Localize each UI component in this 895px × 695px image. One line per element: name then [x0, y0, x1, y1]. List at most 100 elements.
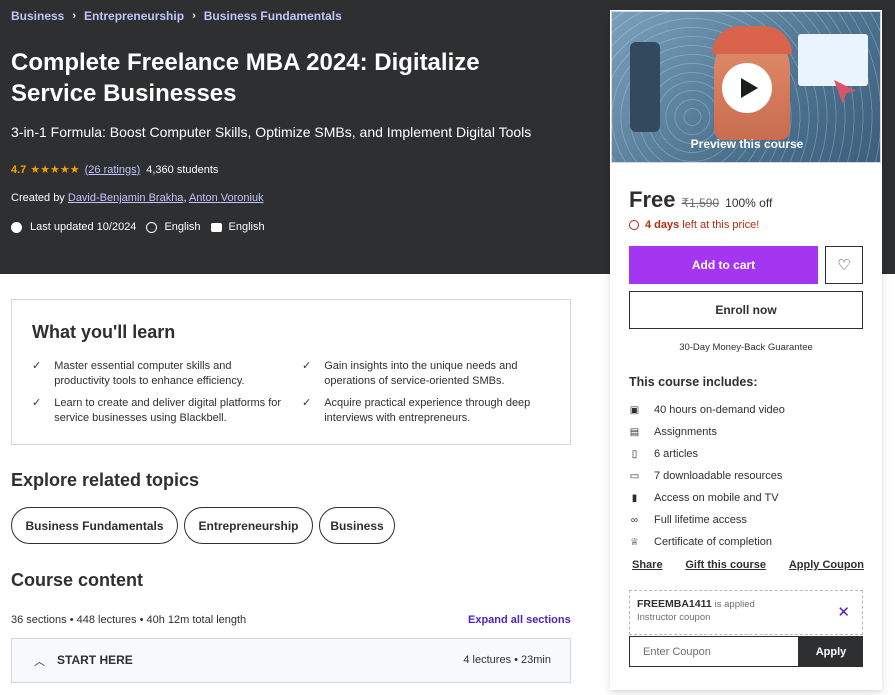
ratings-count-link[interactable]: (26 ratings)	[85, 164, 141, 176]
includes-item: ▤ Assignments	[629, 421, 785, 443]
includes-title: This course includes:	[629, 375, 758, 389]
rating-value: 4.7	[11, 163, 27, 176]
course-preview[interactable]: Preview this course	[611, 11, 881, 163]
includes-item: ▯ 6 articles	[629, 443, 785, 465]
includes-item-label: 40 hours on-demand video	[654, 404, 785, 416]
wishlist-button[interactable]: ♡	[825, 246, 863, 284]
coupon-applied-text: is applied	[714, 599, 755, 610]
breadcrumb-business-fundamentals[interactable]: Business Fundamentals	[204, 9, 342, 23]
price-timer: 4 days left at this price!	[629, 219, 759, 231]
includes-item: ♕ Certificate of completion	[629, 531, 785, 553]
created-by-label: Created by	[11, 192, 65, 204]
timer-days: 4 days	[645, 219, 680, 231]
topic-chip-entrepreneurship[interactable]: Entrepreneurship	[184, 507, 313, 544]
money-back-guarantee: 30-Day Money-Back Guarantee	[679, 342, 813, 353]
breadcrumb-business[interactable]: Business	[11, 9, 64, 23]
trophy-icon: ♕	[630, 536, 639, 548]
includes-item: ∞ Full lifetime access	[629, 509, 785, 531]
coupon-code: FREEMBA1411	[637, 598, 712, 610]
last-updated: Last updated 10/2024	[30, 221, 137, 233]
check-icon: ✓	[32, 397, 42, 409]
apply-coupon-link[interactable]: Apply Coupon	[789, 559, 864, 571]
includes-item-label: Access on mobile and TV	[654, 492, 779, 504]
course-content-title: Course content	[11, 570, 144, 590]
original-price: ₹1,590	[681, 196, 720, 210]
check-icon: ✓	[302, 360, 312, 372]
timer-text: left at this price!	[682, 219, 760, 231]
includes-item: ▮ Access on mobile and TV	[629, 487, 785, 509]
download-icon: ▭	[629, 470, 640, 482]
sidebar-links: Share Gift this course Apply Coupon	[632, 559, 864, 571]
share-link[interactable]: Share	[632, 559, 663, 571]
add-to-cart-button[interactable]: Add to cart	[629, 246, 818, 284]
chevron-right-icon: ›	[192, 10, 196, 22]
section-title: START HERE	[57, 653, 133, 667]
play-icon[interactable]	[722, 63, 772, 113]
includes-item: ▭ 7 downloadable resources	[629, 465, 785, 487]
created-by: Created by David-Benjamin Brakha, Anton …	[11, 192, 264, 204]
enroll-now-button[interactable]: Enroll now	[629, 291, 863, 329]
includes-item-label: Certificate of completion	[654, 536, 772, 548]
what-youll-learn: What you'll learn ✓ Master essential com…	[11, 299, 571, 445]
coupon-input[interactable]: Enter Coupon	[629, 636, 799, 667]
applied-coupon: FREEMBA1411 is applied Instructor coupon…	[629, 590, 863, 635]
alert-icon	[11, 221, 22, 233]
learn-item: ✓ Gain insights into the unique needs an…	[302, 359, 562, 389]
learn-item-text: Master essential computer skills and pro…	[54, 360, 245, 387]
breadcrumb: Business › Entrepreneurship › Business F…	[11, 9, 342, 23]
price-row: Free ₹1,590 100% off	[629, 187, 772, 213]
coupon-type: Instructor coupon	[637, 612, 711, 623]
purchase-sidebar: Preview this course Free ₹1,590 100% off…	[610, 10, 882, 690]
includes-item-label: 6 articles	[654, 448, 699, 460]
instructor-hat	[712, 26, 792, 54]
check-icon: ✓	[302, 397, 312, 409]
alarm-clock-icon	[629, 220, 639, 230]
learn-item-text: Acquire practical experience through dee…	[324, 397, 531, 424]
learn-title: What you'll learn	[32, 322, 176, 342]
chevron-right-icon: ›	[72, 10, 77, 22]
apply-coupon-button[interactable]: Apply	[799, 636, 863, 667]
discount-percent: 100% off	[725, 196, 773, 210]
learn-item: ✓ Master essential computer skills and p…	[32, 359, 277, 389]
includes-list: ▣ 40 hours on-demand video ▤ Assignments ▯…	[629, 399, 785, 553]
star-rating-icon: ★★★★★	[30, 164, 80, 176]
captions-icon	[210, 222, 222, 232]
includes-item-label: Assignments	[654, 426, 717, 438]
learn-item: ✓ Acquire practical experience through d…	[302, 396, 562, 426]
course-title: Complete Freelance MBA 2024: Digitalize …	[11, 49, 480, 107]
includes-item-label: Full lifetime access	[654, 514, 747, 526]
instructor-link[interactable]: David-Benjamin Brakha	[68, 192, 184, 204]
gift-course-link[interactable]: Gift this course	[685, 559, 766, 571]
expand-all-sections-link[interactable]: Expand all sections	[468, 614, 571, 626]
preview-illustration-icons	[630, 42, 660, 132]
article-icon: ▯	[631, 448, 638, 460]
video-icon: ▣	[629, 404, 640, 416]
close-icon[interactable]: ✕	[837, 603, 850, 621]
section-meta: 4 lectures • 23min	[463, 654, 551, 666]
topic-chip-business[interactable]: Business	[319, 507, 395, 544]
instructor-link[interactable]: Anton Voroniuk	[189, 192, 264, 204]
current-price: Free	[629, 187, 676, 212]
breadcrumb-entrepreneurship[interactable]: Entrepreneurship	[84, 9, 184, 23]
coupon-code-line: FREEMBA1411 is applied	[637, 598, 855, 610]
topic-chip-business-fundamentals[interactable]: Business Fundamentals	[11, 507, 178, 544]
related-topics-title: Explore related topics	[11, 470, 200, 490]
preview-label: Preview this course	[690, 137, 804, 151]
chevron-up-icon: ︿	[34, 656, 45, 668]
course-captions: English	[228, 221, 265, 233]
course-meta: Last updated 10/2024 English English	[11, 221, 275, 233]
learn-item-text: Gain insights into the unique needs and …	[324, 360, 518, 387]
learn-item-text: Learn to create and deliver digital plat…	[54, 397, 282, 424]
course-content-meta: 36 sections • 448 lectures • 40h 12m tot…	[11, 614, 247, 626]
globe-icon	[146, 221, 158, 233]
includes-item: ▣ 40 hours on-demand video	[629, 399, 785, 421]
includes-item-label: 7 downloadable resources	[654, 470, 783, 482]
learn-item: ✓ Learn to create and deliver digital pl…	[32, 396, 292, 426]
preview-illustration-screen	[798, 34, 868, 86]
mobile-icon: ▮	[631, 492, 638, 504]
infinity-icon: ∞	[630, 514, 639, 526]
course-language: English	[164, 221, 201, 233]
section-header[interactable]: ︿ START HERE 4 lectures • 23min	[11, 638, 571, 683]
check-icon: ✓	[32, 360, 42, 372]
students-count: 4,360 students	[146, 163, 219, 176]
